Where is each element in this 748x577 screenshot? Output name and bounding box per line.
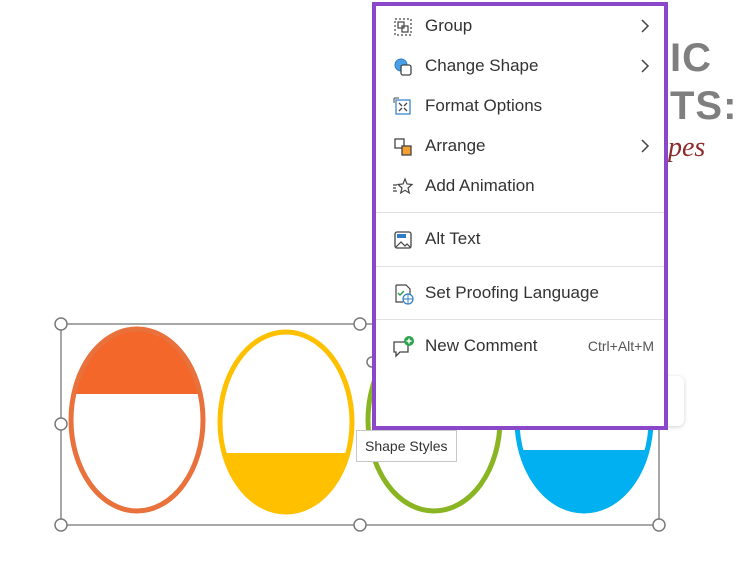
menu-item-alt-text[interactable]: Alt Text	[376, 221, 664, 257]
menu-item-label: Set Proofing Language	[425, 283, 599, 302]
menu-item-change-shape[interactable]: Change Shape	[376, 48, 664, 84]
menu-item-set-proofing-language[interactable]: Set Proofing Language	[376, 275, 664, 311]
menu-item-label: Change Shape	[425, 56, 539, 75]
orange-oval-shape[interactable]	[60, 320, 220, 514]
menu-item-format-options[interactable]: Format Options	[376, 88, 664, 124]
resize-handle-top[interactable]	[353, 317, 367, 331]
menu-separator	[376, 319, 664, 320]
menu-item-label: Format Options	[425, 96, 543, 115]
resize-handle-bottom-right[interactable]	[652, 518, 666, 532]
resize-handle-bottom-left[interactable]	[54, 518, 68, 532]
menu-item-new-comment[interactable]: New Comment Ctrl+Alt+M	[376, 328, 664, 364]
alt-text-icon	[394, 231, 412, 249]
new-comment-icon	[393, 336, 414, 358]
menu-item-label: Add Animation	[425, 176, 535, 195]
proofing-language-icon	[395, 284, 414, 305]
format-options-icon	[393, 97, 411, 115]
menu-item-add-animation[interactable]: Add Animation	[376, 168, 664, 204]
context-menu: Group Change Shape Format Options Arrang…	[372, 2, 668, 430]
arrange-icon	[394, 138, 412, 156]
change-shape-icon	[394, 58, 412, 76]
menu-separator	[376, 212, 664, 213]
yellow-oval-shape[interactable]	[210, 329, 370, 533]
resize-handle-left[interactable]	[54, 417, 68, 431]
menu-item-label: Alt Text	[425, 229, 481, 248]
menu-separator	[376, 266, 664, 267]
menu-item-label: Group	[425, 16, 473, 35]
resize-handle-top-left[interactable]	[54, 317, 68, 331]
menu-item-label: New Comment	[425, 336, 538, 355]
chevron-right-icon	[641, 19, 650, 33]
keyboard-shortcut: Ctrl+Alt+M	[587, 338, 654, 354]
add-animation-icon	[393, 177, 414, 195]
menu-item-group[interactable]: Group	[376, 8, 664, 44]
resize-handle-bottom[interactable]	[353, 518, 367, 532]
chevron-right-icon	[641, 59, 650, 73]
chevron-right-icon	[641, 139, 650, 153]
group-icon	[394, 18, 412, 36]
menu-item-arrange[interactable]: Arrange	[376, 128, 664, 164]
menu-item-label: Arrange	[425, 136, 486, 155]
tooltip: Shape Styles	[356, 430, 457, 462]
